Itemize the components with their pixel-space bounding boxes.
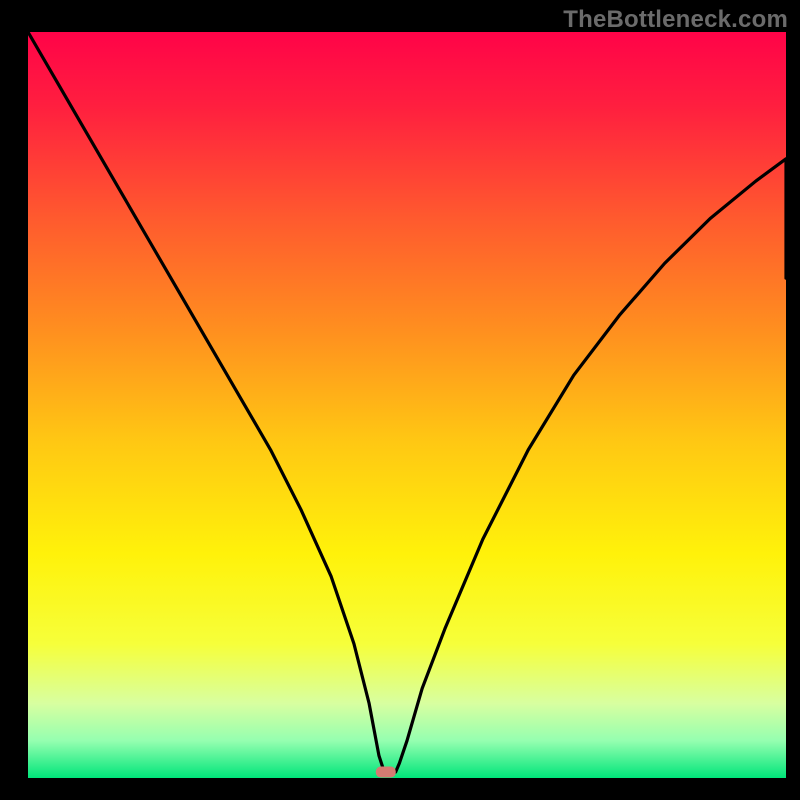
optimum-marker — [376, 767, 396, 778]
watermark-text: TheBottleneck.com — [563, 6, 788, 34]
bottleneck-chart — [0, 0, 800, 800]
chart-frame: { "watermark": "TheBottleneck.com", "cha… — [0, 0, 800, 800]
plot-gradient-background — [28, 32, 786, 778]
